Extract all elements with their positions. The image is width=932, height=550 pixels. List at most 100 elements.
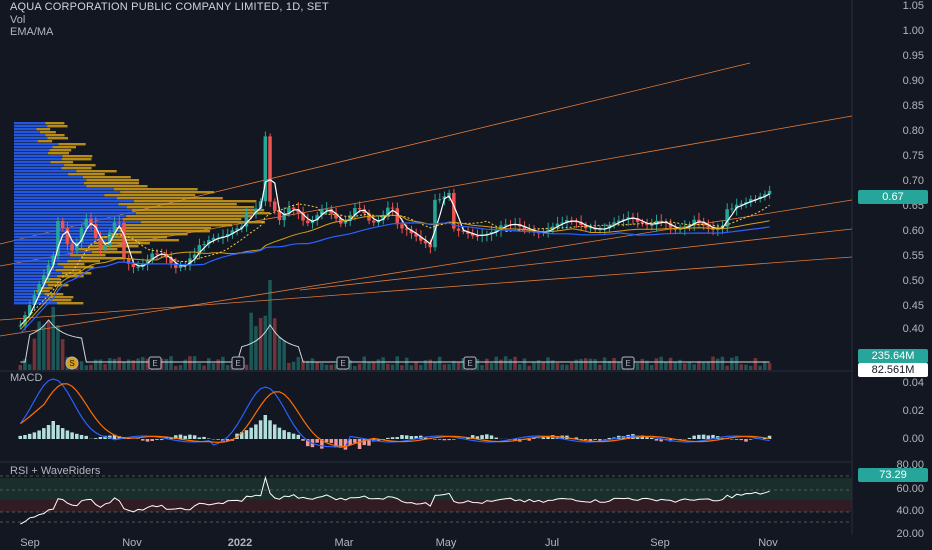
time-axis-label: Sep [20,537,40,549]
macd-histogram-bar [527,439,531,441]
macd-histogram-bar [409,436,414,439]
volume-bar [584,358,588,370]
volume-bar [659,356,663,370]
last-price-tag: 0.67 [858,190,928,204]
volume-bar [32,338,37,370]
volume-profile-bar-down [114,188,198,191]
price-candle [390,207,395,209]
volume-bar [598,364,602,370]
volume-profile-bar-up [14,257,82,260]
macd-histogram-bar [395,437,400,439]
volume-profile-bar-up [14,200,134,203]
volume-bar [649,365,654,370]
volume-profile-bar-down [68,173,105,176]
volume-profile-bar-up [14,158,62,161]
volume-profile-bar-down [82,176,131,179]
volume-bar [98,359,103,370]
macd-indicator-label[interactable]: MACD [10,372,42,384]
volume-bar [616,361,621,370]
macd-histogram-bar [654,439,659,441]
volume-bar [197,363,202,370]
macd-histogram-bar [649,437,654,439]
volume-profile-bar-up [14,179,87,182]
volume-profile-bar-down [86,185,148,188]
volume-bar [79,361,84,370]
price-axis-tick: 0.90 [902,75,924,87]
volume-bar [46,320,51,370]
ema-ma-indicator-label[interactable]: EMA/MA [10,26,53,38]
volume-profile-bar-up [14,191,121,194]
volume-profile-bar-up [14,143,59,146]
volume-profile-bar-down [120,191,214,194]
rsi-value-tag: 73.29 [858,468,928,482]
volume-profile-bar-up [14,182,85,185]
macd-histogram-bar [27,433,32,439]
time-axis-label: May [435,537,457,549]
volume-profile-bar-up [14,128,37,131]
macd-histogram-bar [93,438,98,439]
volume-indicator-label[interactable]: Vol [10,14,25,26]
macd-histogram-bar [301,439,305,441]
volume-profile-bar-up [14,152,49,155]
volume-profile-bar-down [48,152,70,155]
volume-bar [89,364,93,370]
macd-histogram-bar [51,421,55,439]
macd-histogram-bar [315,439,319,443]
volume-bar [84,365,88,370]
price-candle [155,253,159,255]
macd-histogram-bar [150,439,154,441]
volume-bar [287,362,291,370]
volume-bar [51,306,55,370]
macd-histogram-bar [56,424,60,439]
volume-bar [682,363,687,370]
macd-histogram-bar [79,434,84,439]
macd-histogram-bar [18,435,23,439]
volume-bar [315,362,319,370]
volume-bar [602,357,607,370]
volume-bar [767,363,772,370]
macd-histogram-bar [244,430,249,439]
volume-bar [93,359,98,370]
macd-histogram-bar [485,434,489,439]
macd-histogram-bar [447,439,451,441]
rsi-indicator-label[interactable]: RSI + WaveRiders [10,465,100,477]
volume-bar [734,356,739,370]
volume-profile-bar-up [14,227,116,230]
macd-histogram-bar [437,439,442,440]
price-candle [202,244,206,246]
volume-profile-bar-down [104,194,196,197]
macd-histogram-bar [489,435,494,439]
volume-profile-bar-down [47,125,68,128]
price-candle [272,201,277,212]
volume-profile-bar-up [14,266,64,269]
volume-bar [437,356,442,370]
price-axis-tick: 0.80 [902,125,924,137]
macd-histogram-bar [739,439,744,441]
time-axis-label: Mar [334,537,354,549]
volume-bar [654,358,659,370]
price-axis-tick: 0.40 [902,323,924,335]
macd-histogram-bar [183,435,187,439]
price-candle [400,224,404,229]
chart-canvas[interactable]: SEEEEE [0,0,932,550]
volume-profile-bar-down [109,239,179,242]
macd-histogram-bar [494,437,498,439]
rsi-axis-tick: 20.00 [896,528,924,540]
volume-bar [480,365,484,370]
price-candle [122,222,126,259]
macd-histogram-bar [263,415,268,439]
volume-profile-bar-up [14,260,68,263]
macd-histogram-bar [541,437,546,439]
volume-bar [183,359,187,370]
volume-bar [635,363,640,370]
macd-histogram-bar [692,435,696,439]
volume-bar [513,356,517,370]
volume-bar [174,365,178,370]
trend-line [0,256,853,321]
volume-bar [673,361,678,370]
chart-title: AQUA CORPORATION PUBLIC COMPANY LIMITED,… [10,1,329,13]
volume-bar [263,315,268,370]
volume-profile-bar-down [45,134,65,137]
event-marker-label: E [152,359,157,368]
price-axis-tick: 0.85 [902,100,924,112]
